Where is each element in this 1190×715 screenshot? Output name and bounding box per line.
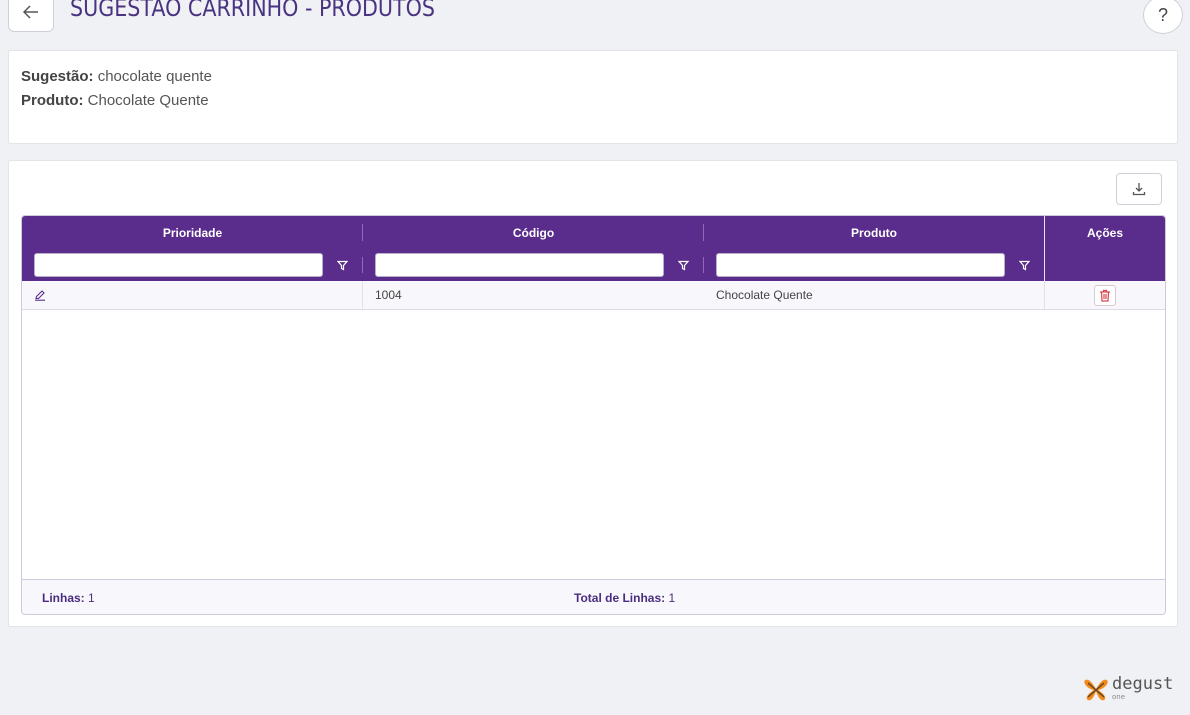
column-header-label: Produto (851, 225, 897, 240)
column-header-produto[interactable]: Produto (704, 216, 1045, 249)
degust-logo-icon (1084, 679, 1108, 701)
filter-cell-acoes (1045, 249, 1165, 281)
export-button[interactable] (1116, 173, 1162, 205)
grid-filter-row (22, 249, 1165, 281)
row-count-value: 1 (88, 591, 95, 605)
row-count: Linhas: 1 (42, 591, 95, 605)
total-row-count-value: 1 (668, 591, 676, 605)
total-row-count: Total de Linhas: 1 (574, 591, 675, 605)
filter-input-prioridade[interactable] (34, 253, 323, 277)
filter-cell-codigo (363, 249, 704, 281)
cell-produto: Chocolate Quente (704, 281, 1045, 309)
sugestao-info: Sugestão: chocolate quente (21, 65, 1165, 89)
grid-header-row: Prioridade Código Produto Ações (22, 216, 1165, 249)
filter-cell-prioridade (22, 249, 363, 281)
arrow-left-icon (23, 5, 38, 19)
brand-name: degust (1112, 674, 1174, 694)
cell-prioridade (22, 281, 363, 309)
column-header-label: Ações (1086, 225, 1124, 240)
data-grid: Prioridade Código Produto Ações 1004 Cho… (21, 215, 1166, 615)
filter-icon[interactable] (335, 258, 349, 272)
row-count-label: Linhas: (42, 591, 85, 605)
table-row[interactable]: 1004 Chocolate Quente (22, 281, 1165, 310)
filter-input-codigo[interactable] (375, 253, 664, 277)
filter-icon[interactable] (676, 258, 690, 272)
produto-label: Produto: (21, 92, 84, 109)
sugestao-label: Sugestão: (21, 68, 94, 85)
trash-icon (1100, 289, 1110, 302)
column-header-acoes: Ações (1045, 216, 1165, 249)
grid-panel: Prioridade Código Produto Ações 1004 Cho… (8, 160, 1178, 627)
cell-codigo: 1004 (375, 288, 402, 302)
column-header-label: Prioridade (162, 225, 223, 240)
filter-input-produto[interactable] (716, 253, 1005, 277)
help-button[interactable]: ? (1143, 0, 1183, 34)
column-header-prioridade[interactable]: Prioridade (22, 216, 363, 249)
produto-info: Produto: Chocolate Quente (21, 89, 1165, 113)
page-title: SUGESTÃO CARRINHO - PRODUTOS (70, 0, 435, 22)
degust-logo: degust one (1082, 674, 1182, 704)
produto-value: Chocolate Quente (87, 92, 209, 109)
download-icon (1132, 183, 1146, 196)
grid-footer: Linhas: 1 Total de Linhas: 1 (22, 579, 1165, 614)
delete-button[interactable] (1094, 284, 1116, 306)
page-header: SUGESTÃO CARRINHO - PRODUTOS ? (0, 0, 1190, 38)
brand-sub: one (1112, 693, 1126, 701)
filter-cell-produto (704, 249, 1045, 281)
pencil-icon[interactable] (34, 289, 46, 301)
cell-acoes (1045, 281, 1165, 309)
total-row-count-label: Total de Linhas: (574, 591, 666, 605)
back-button[interactable] (8, 0, 54, 32)
sugestao-value: chocolate quente (97, 68, 212, 85)
column-header-codigo[interactable]: Código (363, 216, 704, 249)
filter-icon[interactable] (1017, 258, 1031, 272)
info-panel: Sugestão: chocolate quente Produto: Choc… (8, 50, 1178, 144)
column-header-label: Código (512, 225, 555, 240)
